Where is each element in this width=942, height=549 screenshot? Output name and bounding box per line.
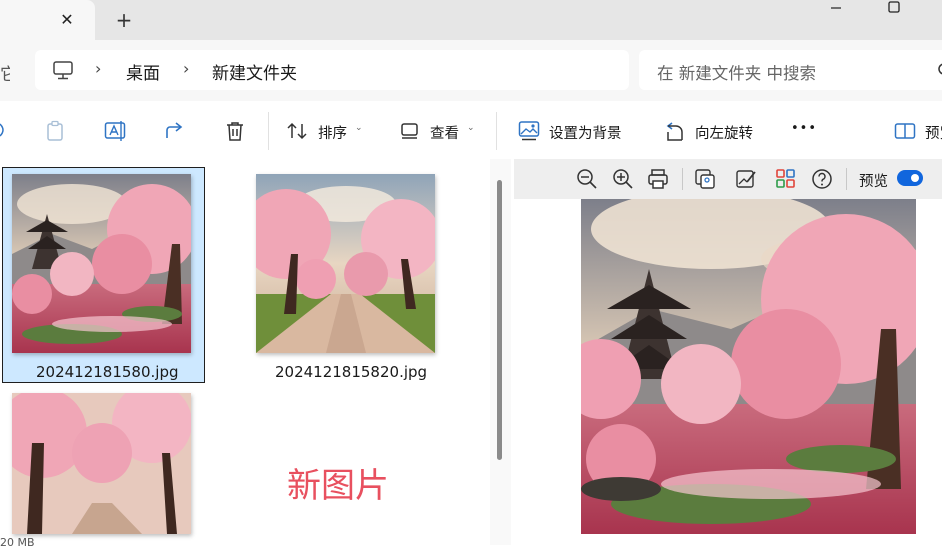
toolbar-separator: [268, 112, 269, 150]
preview-pane-button[interactable]: 预览: [925, 122, 942, 143]
share-icon[interactable]: [164, 120, 186, 142]
set-background-button[interactable]: 设置为背景: [549, 122, 622, 143]
file-name[interactable]: 2024121815820.jpg: [275, 363, 427, 381]
sort-chevron-down-icon[interactable]: ⌄: [355, 123, 363, 133]
cherry-blossom-avenue-image: [12, 393, 191, 534]
crop-image-icon[interactable]: [694, 168, 716, 190]
rotate-left-button[interactable]: 向左旋转: [695, 122, 753, 143]
delete-icon[interactable]: [224, 120, 246, 142]
breadcrumb-separator-icon[interactable]: ›: [95, 59, 101, 78]
computer-icon[interactable]: [52, 59, 74, 81]
search-placeholder: 在 新建文件夹 中搜索: [657, 64, 816, 83]
file-thumbnail[interactable]: [12, 393, 191, 534]
preview-image: [581, 199, 916, 534]
tab-close-button[interactable]: ✕: [56, 9, 78, 31]
preview-toggle[interactable]: [897, 170, 923, 186]
file-thumbnail[interactable]: [256, 174, 435, 353]
help-icon[interactable]: [811, 168, 833, 190]
maximize-button[interactable]: [886, 0, 902, 16]
new-tab-button[interactable]: +: [113, 9, 135, 31]
rotate-left-icon[interactable]: [664, 120, 686, 142]
print-icon[interactable]: [647, 168, 669, 190]
cut-icon[interactable]: [0, 120, 8, 140]
preview-toolbar-separator: [846, 168, 847, 190]
minimize-button[interactable]: [828, 0, 844, 16]
set-background-icon[interactable]: [518, 120, 540, 142]
maximize-icon: [888, 1, 900, 13]
toolbar-separator: [496, 112, 497, 150]
edit-image-icon[interactable]: [735, 168, 757, 190]
file-name[interactable]: 202412181580.jpg: [36, 363, 179, 381]
rename-icon[interactable]: [104, 120, 126, 142]
breadcrumb-separator-icon[interactable]: ›: [183, 59, 189, 78]
preview-toggle-knob[interactable]: [911, 174, 919, 182]
cherry-blossom-image: [12, 174, 191, 353]
tab-bar: [0, 0, 942, 40]
preview-pane-icon[interactable]: [894, 121, 916, 141]
file-thumbnail[interactable]: [12, 174, 191, 353]
nav-edge-glyph[interactable]: 它: [0, 60, 10, 82]
cherry-blossom-preview-image: [581, 199, 916, 534]
sort-button[interactable]: 排序: [318, 122, 347, 143]
scrollbar-thumb[interactable]: [497, 180, 502, 460]
paste-icon[interactable]: [45, 120, 65, 142]
more-options-button[interactable]: •••: [791, 121, 817, 136]
sort-icon[interactable]: [286, 120, 308, 142]
search-icon[interactable]: [936, 61, 942, 79]
view-chevron-down-icon[interactable]: ⌄: [467, 123, 475, 133]
address-bar[interactable]: [35, 50, 629, 90]
zoom-in-icon[interactable]: [612, 168, 634, 190]
apps-grid-icon[interactable]: [775, 168, 797, 190]
preview-toggle-label: 预览: [859, 174, 888, 190]
minimize-icon: [831, 7, 841, 9]
status-bar-text: 20 MB: [0, 536, 35, 549]
tab-active[interactable]: [0, 0, 95, 40]
preview-toolbar-separator: [682, 168, 683, 190]
breadcrumb-desktop[interactable]: 桌面: [126, 59, 160, 84]
annotation-text: 新图片: [287, 466, 389, 506]
breadcrumb-new-folder[interactable]: 新建文件夹: [212, 59, 297, 84]
cherry-blossom-path-image: [256, 174, 435, 353]
view-icon[interactable]: [400, 121, 420, 141]
zoom-out-icon[interactable]: [576, 168, 598, 190]
view-button[interactable]: 查看: [430, 122, 459, 143]
